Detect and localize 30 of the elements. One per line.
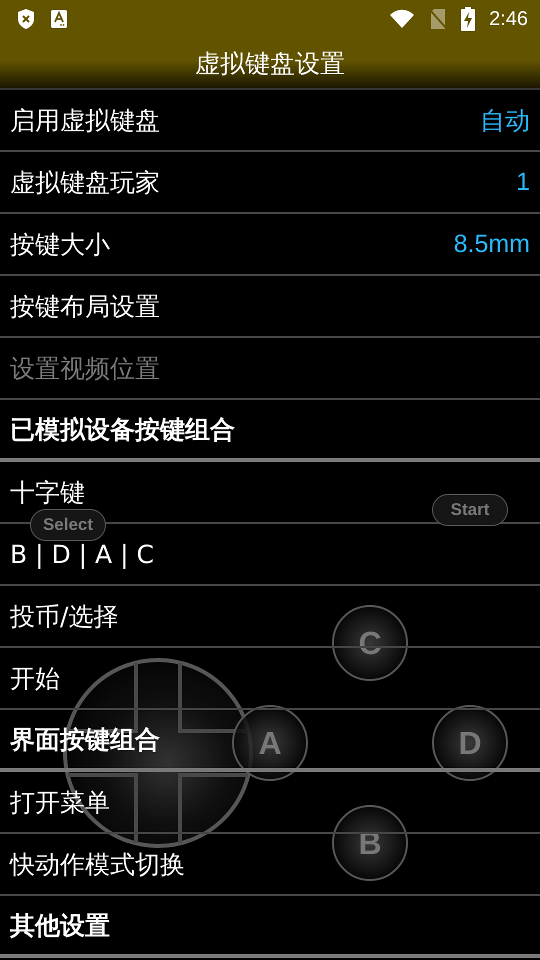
- settings-item[interactable]: 启用虚拟键盘 自动: [0, 90, 540, 152]
- setting-label: B | D | A | C: [10, 540, 154, 568]
- gamepad-pill-button[interactable]: Start: [432, 494, 508, 526]
- gamepad-pill-button[interactable]: Select: [30, 509, 106, 541]
- settings-item[interactable]: 按键布局设置: [0, 276, 540, 338]
- shield-icon: [16, 8, 36, 30]
- setting-label: 虚拟键盘玩家: [10, 166, 160, 198]
- wifi-icon: [389, 9, 416, 29]
- setting-label: 投币/选择: [10, 600, 118, 632]
- no-sim-icon: [429, 8, 448, 30]
- section-title: 其他设置: [10, 910, 110, 942]
- setting-label: 按键布局设置: [10, 290, 160, 322]
- setting-label: 按键大小: [10, 228, 110, 260]
- setting-value: 8.5mm: [454, 230, 530, 258]
- section-title: 界面按键组合: [10, 724, 160, 756]
- clock-time: 2:46: [489, 8, 528, 30]
- setting-label: 设置视频位置: [10, 352, 160, 384]
- settings-item[interactable]: 按键大小 8.5mm: [0, 214, 540, 276]
- setting-label: 快动作模式切换: [10, 848, 185, 880]
- screen-title: 虚拟键盘设置: [195, 48, 345, 80]
- setting-label: 十字键: [10, 476, 85, 508]
- battery-charging-icon: [461, 7, 476, 31]
- setting-value: 1: [516, 168, 530, 196]
- setting-label: 打开菜单: [10, 786, 110, 818]
- settings-item[interactable]: 虚拟键盘玩家 1: [0, 152, 540, 214]
- section-title: 已模拟设备按键组合: [10, 414, 235, 446]
- setting-label: 启用虚拟键盘: [10, 104, 160, 136]
- setting-value: 自动: [480, 106, 530, 136]
- setting-label: 开始: [10, 662, 60, 694]
- font-icon: [50, 9, 68, 29]
